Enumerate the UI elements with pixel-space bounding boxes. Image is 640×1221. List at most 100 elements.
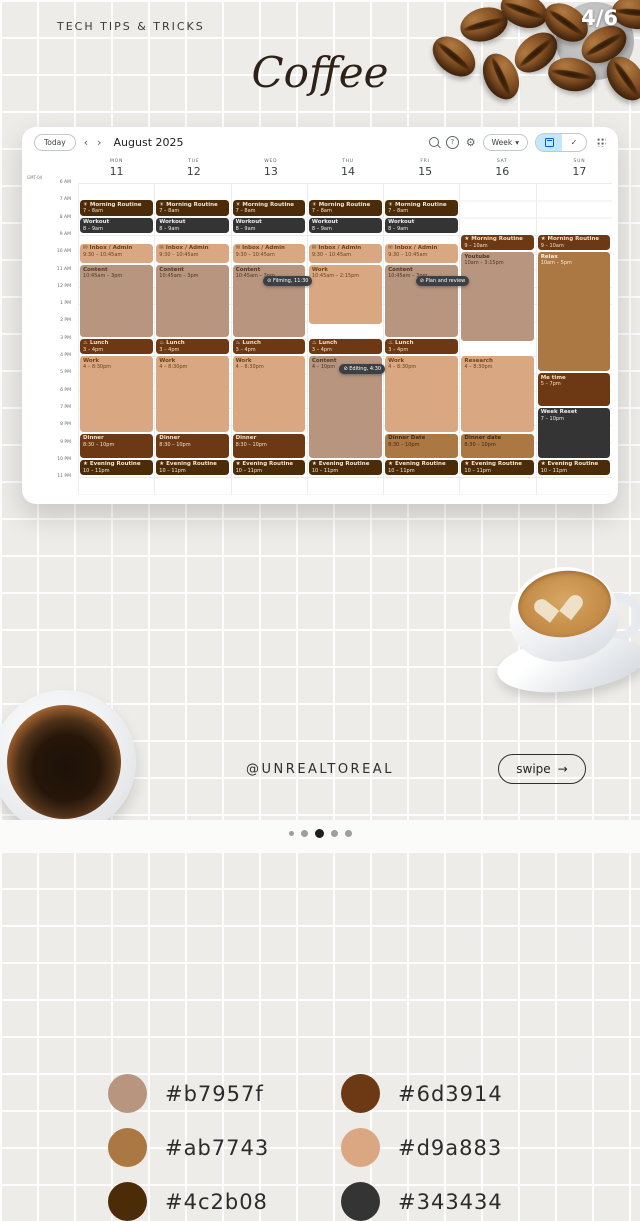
calendar-event[interactable]: ✉ Inbox / Admin9:30 – 10:45am (233, 244, 306, 264)
calendar-event[interactable]: ♨ Lunch3 – 4pm (385, 339, 458, 354)
prev-week-button[interactable]: ‹ (83, 137, 89, 148)
calendar-event[interactable]: Content10:45am – 3pm (80, 265, 153, 337)
day-column[interactable]: ☀ Morning Routine7 – 8am Workout8 – 9am ✉ … (231, 183, 307, 495)
calendar-event[interactable]: ★ Evening Routine10 – 11pm (538, 460, 611, 475)
calendar-event[interactable]: Dinner8:30 – 10pm (233, 434, 306, 458)
calendar-event[interactable]: Work4 – 8:30pm (80, 356, 153, 432)
view-toggle: ✓ (535, 133, 587, 152)
day-name: SUN (541, 159, 618, 164)
calendar-event[interactable]: Dinner Date8:30 – 10pm (385, 434, 458, 458)
calendar-event[interactable]: Week Reset7 – 10pm (538, 408, 611, 458)
calendar-event[interactable]: Youtube10am – 3:15pm (461, 252, 534, 341)
hour-label: 2 PM (60, 318, 71, 323)
day-number: 13 (232, 165, 309, 178)
calendar-event[interactable]: ♨ Lunch3 – 4pm (80, 339, 153, 354)
calendar-event[interactable]: ★ Evening Routine10 – 11pm (156, 460, 229, 475)
calendar-event[interactable]: ✉ Inbox / Admin9:30 – 10:45am (385, 244, 458, 264)
day-column[interactable]: ☀ Morning Routine7 – 8am Workout8 – 9am ✉ … (78, 183, 154, 495)
calendar-event[interactable]: Work4 – 8:30pm (385, 356, 458, 432)
calendar-event[interactable]: Workout8 – 9am (233, 218, 306, 233)
event-title: Dinner date (464, 435, 531, 442)
day-header[interactable]: MON11 (78, 157, 155, 183)
calendar-event[interactable]: ☀ Morning Routine7 – 8am (156, 200, 229, 215)
calendar-event[interactable]: Workout8 – 9am (385, 218, 458, 233)
search-icon[interactable] (429, 137, 439, 147)
calendar-event[interactable]: Work10:45am – 2:15pm (309, 265, 382, 324)
task-chip[interactable]: ⊘ Editing, 4:30 (339, 364, 385, 374)
calendar-view-icon[interactable] (536, 134, 562, 151)
day-header[interactable]: SUN17 (541, 157, 618, 183)
hour-label: 6 AM (60, 180, 71, 185)
event-title: ☀ Morning Routine (159, 202, 226, 209)
calendar-event[interactable]: ♨ Lunch3 – 4pm (309, 339, 382, 354)
carousel-dot[interactable] (301, 830, 308, 837)
calendar-event[interactable]: ☀ Morning Routine7 – 8am (80, 200, 153, 215)
today-button[interactable]: Today (34, 134, 76, 151)
carousel-dot[interactable] (289, 831, 294, 836)
event-time: 8 – 9am (312, 226, 379, 232)
calendar-event[interactable]: ☀ Morning Routine7 – 8am (385, 200, 458, 215)
calendar-event[interactable]: ★ Morning Routine9 – 10am (538, 235, 611, 250)
calendar-event[interactable]: Work4 – 8:30pm (156, 356, 229, 432)
carousel-dot[interactable] (345, 830, 352, 837)
calendar-event[interactable]: ✉ Inbox / Admin9:30 – 10:45am (309, 244, 382, 264)
calendar-event[interactable]: ★ Evening Routine10 – 11pm (385, 460, 458, 475)
day-column[interactable]: ☀ Morning Routine7 – 8am Workout8 – 9am ✉ … (383, 183, 459, 495)
event-time: 10am – 3:15pm (464, 260, 531, 266)
view-selector[interactable]: Week ▾ (483, 134, 528, 151)
event-time: 4 – 8:30pm (159, 364, 226, 370)
event-time: 8:30 – 10pm (388, 442, 455, 448)
apps-grid-icon[interactable] (596, 137, 606, 147)
task-chip[interactable]: ⊘ Filming, 11:30 (263, 276, 312, 286)
calendar-event[interactable]: Workout8 – 9am (156, 218, 229, 233)
calendar-event[interactable]: ★ Evening Routine10 – 11pm (461, 460, 534, 475)
day-header[interactable]: SAT16 (464, 157, 541, 183)
day-name: THU (309, 159, 386, 164)
day-header[interactable]: FRI15 (387, 157, 464, 183)
calendar-event[interactable]: ✉ Inbox / Admin9:30 – 10:45am (80, 244, 153, 264)
tasks-view-icon[interactable]: ✓ (562, 134, 586, 151)
calendar-event[interactable]: Dinner date8:30 – 10pm (461, 434, 534, 458)
calendar-event[interactable]: ★ Morning Routine9 – 10am (461, 235, 534, 250)
day-column[interactable]: ★ Morning Routine9 – 10am Youtube10am – 3… (459, 183, 535, 495)
day-header[interactable]: WED13 (232, 157, 309, 183)
color-hex-label: #343434 (398, 1190, 503, 1214)
day-number: 16 (464, 165, 541, 178)
calendar-event[interactable]: Workout8 – 9am (80, 218, 153, 233)
calendar-event[interactable]: Research4 – 8:30pm (461, 356, 534, 432)
day-column[interactable]: ☀ Morning Routine7 – 8am Workout8 – 9am ✉ … (154, 183, 230, 495)
calendar-event[interactable]: ★ Evening Routine10 – 11pm (80, 460, 153, 475)
event-title: Workout (388, 219, 455, 226)
day-number: 11 (78, 165, 155, 178)
calendar-event[interactable]: ✉ Inbox / Admin9:30 – 10:45am (156, 244, 229, 264)
carousel-dot[interactable] (315, 829, 324, 838)
settings-gear-icon[interactable]: ⚙ (466, 137, 476, 148)
calendar-event[interactable]: Content10:45am – 3pm (156, 265, 229, 337)
calendar-event[interactable]: ♨ Lunch3 – 4pm (233, 339, 306, 354)
calendar-event[interactable]: ★ Evening Routine10 – 11pm (309, 460, 382, 475)
day-header[interactable]: THU14 (309, 157, 386, 183)
calendar-event[interactable]: Work4 – 8:30pm (233, 356, 306, 432)
calendar-event[interactable]: Me time5 – 7pm (538, 373, 611, 406)
calendar-event[interactable]: Dinner8:30 – 10pm (156, 434, 229, 458)
swipe-button[interactable]: swipe → (498, 754, 586, 784)
arrow-right-icon: → (558, 762, 568, 776)
calendar-event[interactable]: ♨ Lunch3 – 4pm (156, 339, 229, 354)
color-swatch (108, 1128, 147, 1167)
event-time: 10 – 11pm (464, 468, 531, 474)
calendar-event[interactable]: ☀ Morning Routine7 – 8am (233, 200, 306, 215)
day-column[interactable]: ☀ Morning Routine7 – 8am Workout8 – 9am ✉ … (307, 183, 383, 495)
calendar-event[interactable]: Dinner8:30 – 10pm (80, 434, 153, 458)
task-chip[interactable]: ⊘ Plan and review (416, 276, 470, 286)
next-week-button[interactable]: › (96, 137, 102, 148)
calendar-event[interactable]: ☀ Morning Routine7 – 8am (309, 200, 382, 215)
calendar-event[interactable]: Workout8 – 9am (309, 218, 382, 233)
calendar-event[interactable]: ★ Evening Routine10 – 11pm (233, 460, 306, 475)
event-title: Dinner (159, 435, 226, 442)
help-icon[interactable]: ? (446, 136, 459, 149)
calendar-event[interactable]: Relax10am – 5pm (538, 252, 611, 371)
carousel-dot[interactable] (331, 830, 338, 837)
day-header[interactable]: TUE12 (155, 157, 232, 183)
day-column[interactable]: ★ Morning Routine9 – 10am Relax10am – 5pm… (536, 183, 612, 495)
event-title: ✉ Inbox / Admin (83, 245, 150, 252)
